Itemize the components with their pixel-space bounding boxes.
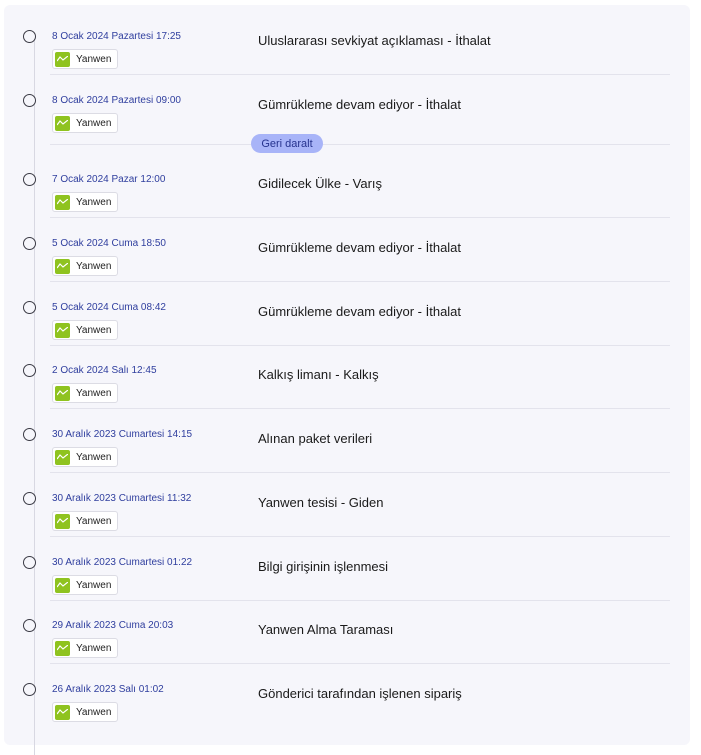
- yanwen-logo-icon: [55, 577, 70, 593]
- carrier-badge: Yanwen: [52, 638, 119, 658]
- event-description: Alınan paket verileri: [258, 431, 373, 446]
- carrier-badge: Yanwen: [52, 256, 119, 276]
- divider: [50, 536, 670, 537]
- carrier-name: Yanwen: [76, 117, 112, 129]
- event-date: 2 Ocak 2024 Salı 12:45: [52, 365, 157, 376]
- event-description: Gümrükleme devam ediyor - İthalat: [258, 304, 462, 319]
- timeline-event: 2 Ocak 2024 Salı 12:45 Yanwen Kalkış lim…: [4, 346, 690, 409]
- timeline-dot-icon: [23, 619, 36, 632]
- yanwen-logo-icon: [55, 194, 70, 210]
- timeline-dot-icon: [23, 492, 36, 505]
- timeline-dot-icon: [23, 364, 36, 377]
- event-description: Gidilecek Ülke - Varış: [258, 176, 383, 191]
- event-date: 5 Ocak 2024 Cuma 18:50: [52, 238, 166, 249]
- carrier-badge: Yanwen: [52, 192, 119, 212]
- yanwen-logo-icon: [55, 640, 70, 656]
- event-description: Bilgi girişinin işlenmesi: [258, 559, 389, 574]
- timeline-event: 8 Ocak 2024 Pazartesi 09:00 Yanwen Gümrü…: [4, 76, 690, 139]
- event-description: Gümrükleme devam ediyor - İthalat: [258, 97, 462, 112]
- carrier-name: Yanwen: [76, 579, 112, 591]
- timeline-dot-icon: [23, 94, 36, 107]
- event-date: 5 Ocak 2024 Cuma 08:42: [52, 302, 166, 313]
- divider: [50, 281, 670, 282]
- event-date: 8 Ocak 2024 Pazartesi 17:25: [52, 31, 181, 42]
- yanwen-logo-icon: [55, 385, 70, 401]
- event-date: 29 Aralık 2023 Cuma 20:03: [52, 620, 174, 631]
- event-date: 30 Aralık 2023 Cumartesi 11:32: [52, 493, 192, 504]
- carrier-name: Yanwen: [76, 324, 112, 336]
- event-description: Kalkış limanı - Kalkış: [258, 367, 379, 382]
- timeline-event: 30 Aralık 2023 Cumartesi 01:22 Yanwen Bi…: [4, 538, 690, 601]
- yanwen-logo-icon: [55, 449, 70, 465]
- yanwen-logo-icon: [55, 115, 70, 131]
- divider: [50, 217, 670, 218]
- timeline-event: 8 Ocak 2024 Pazartesi 17:25 Yanwen Ulusl…: [4, 12, 690, 75]
- event-description: Uluslararası sevkiyat açıklaması - İthal…: [258, 33, 491, 48]
- collapse-row: Geri daralt: [4, 134, 690, 154]
- carrier-badge: Yanwen: [52, 113, 119, 133]
- carrier-name: Yanwen: [76, 706, 112, 718]
- timeline-event: 29 Aralık 2023 Cuma 20:03 Yanwen Yanwen …: [4, 601, 690, 664]
- divider: [50, 74, 670, 75]
- event-date: 30 Aralık 2023 Cumartesi 14:15: [52, 429, 193, 440]
- carrier-name: Yanwen: [76, 196, 112, 208]
- divider: [50, 408, 670, 409]
- carrier-badge: Yanwen: [52, 702, 119, 722]
- carrier-badge: Yanwen: [52, 447, 119, 467]
- carrier-badge: Yanwen: [52, 383, 119, 403]
- carrier-name: Yanwen: [76, 642, 112, 654]
- yanwen-logo-icon: [55, 322, 70, 338]
- timeline-dot-icon: [23, 428, 36, 441]
- carrier-name: Yanwen: [76, 451, 112, 463]
- carrier-name: Yanwen: [76, 515, 112, 527]
- timeline-event: 30 Aralık 2023 Cumartesi 14:15 Yanwen Al…: [4, 410, 690, 473]
- timeline-dot-icon: [23, 683, 36, 696]
- event-date: 30 Aralık 2023 Cumartesi 01:22: [52, 557, 193, 568]
- carrier-badge: Yanwen: [52, 575, 119, 595]
- yanwen-logo-icon: [55, 51, 70, 67]
- timeline-dot-icon: [23, 30, 36, 43]
- timeline-event: 30 Aralık 2023 Cumartesi 11:32 Yanwen Ya…: [4, 474, 690, 537]
- event-date: 7 Ocak 2024 Pazar 12:00: [52, 174, 166, 185]
- carrier-name: Yanwen: [76, 260, 112, 272]
- event-date: 26 Aralık 2023 Salı 01:02: [52, 684, 164, 695]
- tracking-timeline-card: 8 Ocak 2024 Pazartesi 17:25 Yanwen Ulusl…: [4, 5, 690, 755]
- timeline-event: 5 Ocak 2024 Cuma 08:42 Yanwen Gümrükleme…: [4, 283, 690, 346]
- timeline-event: 5 Ocak 2024 Cuma 18:50 Yanwen Gümrükleme…: [4, 219, 690, 282]
- timeline-event: 26 Aralık 2023 Salı 01:02 Yanwen Gönderi…: [4, 665, 690, 728]
- event-description: Yanwen tesisi - Giden: [258, 495, 384, 510]
- carrier-name: Yanwen: [76, 387, 112, 399]
- divider: [50, 663, 670, 664]
- collapse-button[interactable]: Geri daralt: [251, 134, 323, 153]
- event-description: Gönderici tarafından işlenen sipariş: [258, 686, 462, 701]
- timeline-event: 7 Ocak 2024 Pazar 12:00 Yanwen Gidilecek…: [4, 155, 690, 218]
- event-date: 8 Ocak 2024 Pazartesi 09:00: [52, 95, 181, 106]
- event-description: Gümrükleme devam ediyor - İthalat: [258, 240, 462, 255]
- event-description: Yanwen Alma Taraması: [258, 622, 394, 637]
- carrier-badge: Yanwen: [52, 511, 119, 531]
- timeline-dot-icon: [23, 237, 36, 250]
- yanwen-logo-icon: [55, 258, 70, 274]
- divider: [50, 472, 670, 473]
- yanwen-logo-icon: [55, 513, 70, 529]
- carrier-badge: Yanwen: [52, 320, 119, 340]
- timeline-dot-icon: [23, 301, 36, 314]
- yanwen-logo-icon: [55, 704, 70, 720]
- carrier-name: Yanwen: [76, 53, 112, 65]
- carrier-badge: Yanwen: [52, 49, 119, 69]
- timeline-dot-icon: [23, 173, 36, 186]
- timeline-dot-icon: [23, 556, 36, 569]
